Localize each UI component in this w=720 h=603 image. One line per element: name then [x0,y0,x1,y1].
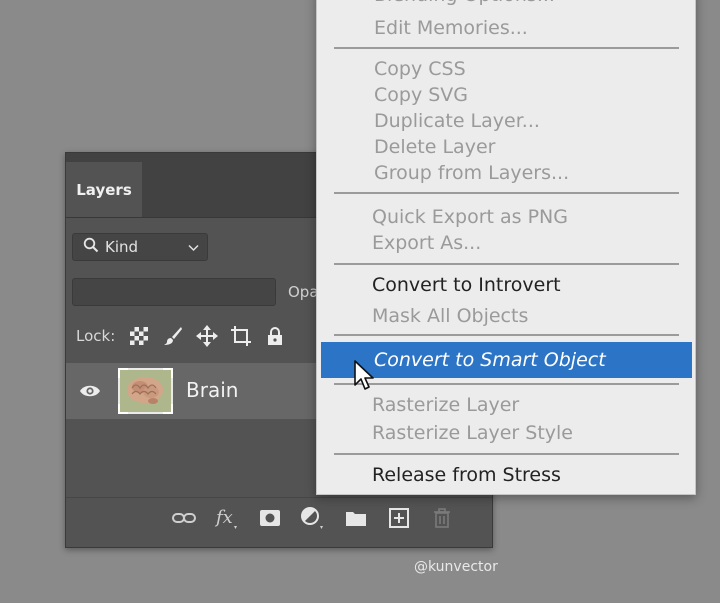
menu-item-rasterize-layer-style[interactable]: Rasterize Layer Style [317,420,695,446]
lock-all-padlock-icon[interactable] [263,324,287,348]
kind-label: Kind [105,238,139,256]
menu-separator [334,263,679,265]
tab-layers[interactable]: Layers [66,162,142,217]
new-group-folder-icon[interactable] [342,506,370,530]
menu-item-mask-all-objects[interactable]: Mask All Objects [317,303,695,329]
layer-name: Brain [186,378,239,402]
menu-item-delete-layer[interactable]: Delete Layer [317,134,695,160]
menu-separator [334,47,679,49]
lock-label: Lock: [76,327,116,345]
adjustment-layer-icon[interactable] [299,506,327,530]
menu-item-convert-to-introvert[interactable]: Convert to Introvert [317,272,695,298]
kind-filter-select[interactable]: Kind [72,233,208,261]
menu-item-blending-options[interactable]: Blending Options... [317,0,695,8]
lock-artboard-crop-icon[interactable] [229,324,253,348]
menu-separator [334,383,679,385]
menu-item-release-from-stress[interactable]: Release from Stress [317,462,695,488]
menu-separator [334,192,679,194]
menu-separator [334,453,679,455]
layer-context-menu: Blending Options... Edit Memories... Cop… [316,0,696,495]
menu-separator [334,334,679,336]
blend-mode-field[interactable] [72,278,276,306]
menu-item-duplicate-layer[interactable]: Duplicate Layer... [317,108,695,134]
lock-image-pixels-brush-icon[interactable] [161,324,185,348]
menu-item-group-from-layers[interactable]: Group from Layers... [317,160,695,186]
mouse-pointer-icon [353,360,375,396]
add-mask-icon[interactable] [256,506,284,530]
menu-item-copy-css[interactable]: Copy CSS [317,56,695,82]
opacity-label: Opa [288,283,319,301]
lock-position-move-icon[interactable] [195,324,219,348]
panel-footer-toolbar: fx [66,497,492,538]
eye-visibility-icon[interactable] [79,381,101,401]
lock-row: Lock: [76,324,297,348]
chevron-down-icon [188,238,199,256]
new-layer-icon[interactable] [385,506,413,530]
layer-thumbnail-brain [118,368,173,414]
fx-layer-style-icon[interactable]: fx [213,506,241,530]
menu-item-edit-memories[interactable]: Edit Memories... [317,15,695,41]
menu-item-quick-export-png[interactable]: Quick Export as PNG [317,204,695,230]
menu-item-copy-svg[interactable]: Copy SVG [317,82,695,108]
watermark-text: @kunvector [414,559,498,575]
menu-item-convert-to-smart-object[interactable]: Convert to Smart Object [321,342,692,378]
trash-delete-icon[interactable] [428,506,456,530]
menu-item-export-as[interactable]: Export As... [317,230,695,256]
link-layers-icon[interactable] [170,506,198,530]
svg-text:fx: fx [214,507,233,528]
lock-transparent-pixels-icon[interactable] [127,324,151,348]
search-icon [83,237,99,257]
